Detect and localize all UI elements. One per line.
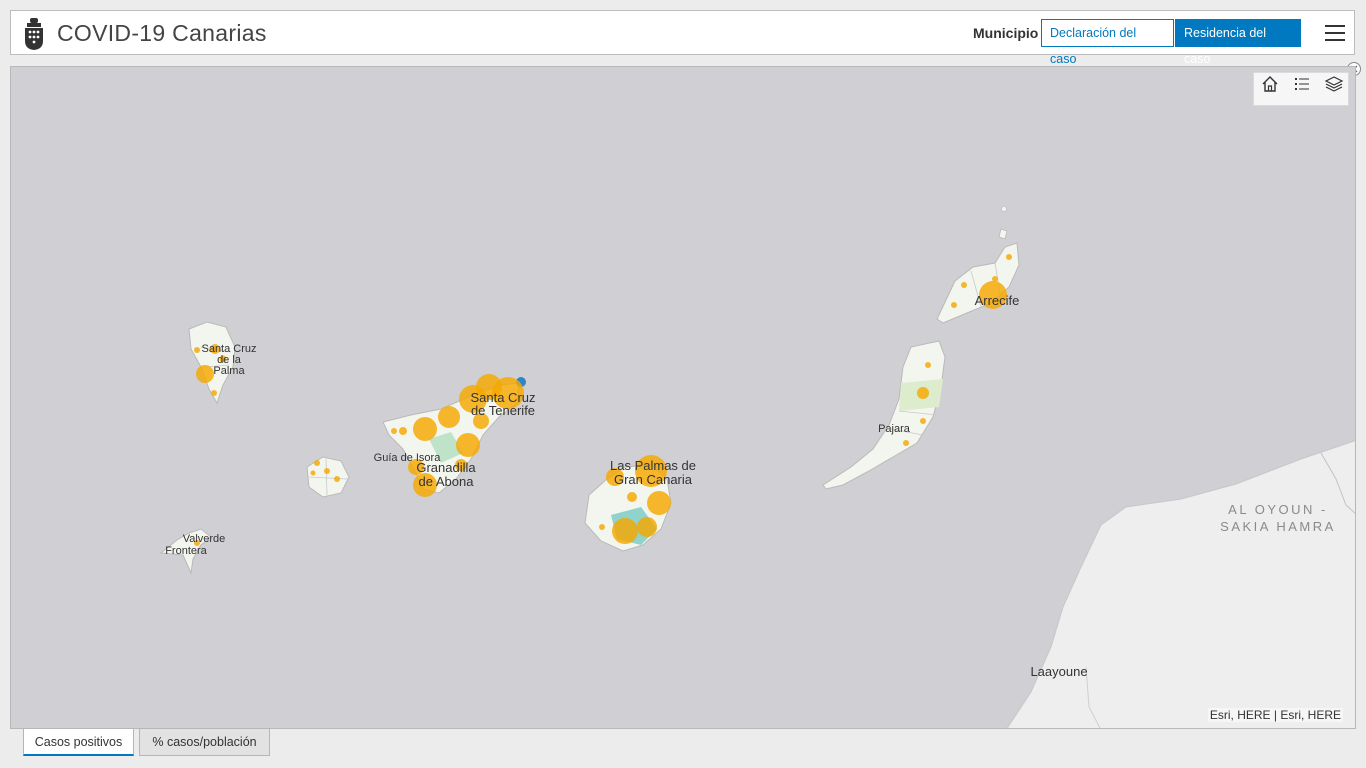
municipio-label: Municipio (973, 25, 1039, 41)
africa-coastline (1006, 440, 1355, 728)
app-title: COVID-19 Canarias (57, 20, 267, 46)
label-laayoune: Laayoune (1030, 664, 1087, 679)
declaracion-caso-button[interactable]: Declaración del caso (1041, 19, 1174, 66)
home-icon[interactable] (1259, 73, 1281, 95)
hamburger-menu-icon[interactable] (1325, 23, 1345, 43)
layers-icon[interactable] (1323, 73, 1345, 95)
label-al-oyoun: AL OYOUN - (1228, 502, 1328, 517)
label-frontera: Frontera (165, 545, 207, 557)
canarias-coat-of-arms-icon (25, 18, 43, 50)
map-view[interactable]: Santa Cruz de la Palma Valverde Frontera… (10, 66, 1356, 729)
map-toolbar (1253, 72, 1349, 106)
lanzarote-island (936, 242, 1020, 324)
map-attribution: Esri, HERE | Esri, HERE (1207, 708, 1343, 722)
label-las-palmas: Las Palmas de (610, 458, 696, 473)
label-sakia-hamra: SAKIA HAMRA (1220, 519, 1336, 534)
app-header: COVID-19 Canarias Municipio Declaración … (10, 10, 1355, 66)
label-santa-cruz-tenerife-2: de Tenerife (471, 403, 535, 418)
label-granadilla-2: de Abona (419, 474, 475, 489)
label-pajara: Pajara (878, 423, 911, 435)
label-granadilla: Granadilla (416, 460, 476, 475)
residencia-caso-button[interactable]: Residencia del caso (1175, 19, 1301, 66)
label-valverde: Valverde (183, 533, 226, 545)
label-arrecife: Arrecife (975, 293, 1020, 308)
legend-list-icon[interactable] (1291, 73, 1313, 95)
tab-casos-positivos[interactable]: Casos positivos (23, 728, 134, 756)
tab-porcentaje-casos-poblacion[interactable]: % casos/población (139, 728, 270, 756)
label-las-palmas-2: Gran Canaria (614, 472, 693, 487)
label-santa-cruz-palma-3: Palma (213, 365, 245, 377)
